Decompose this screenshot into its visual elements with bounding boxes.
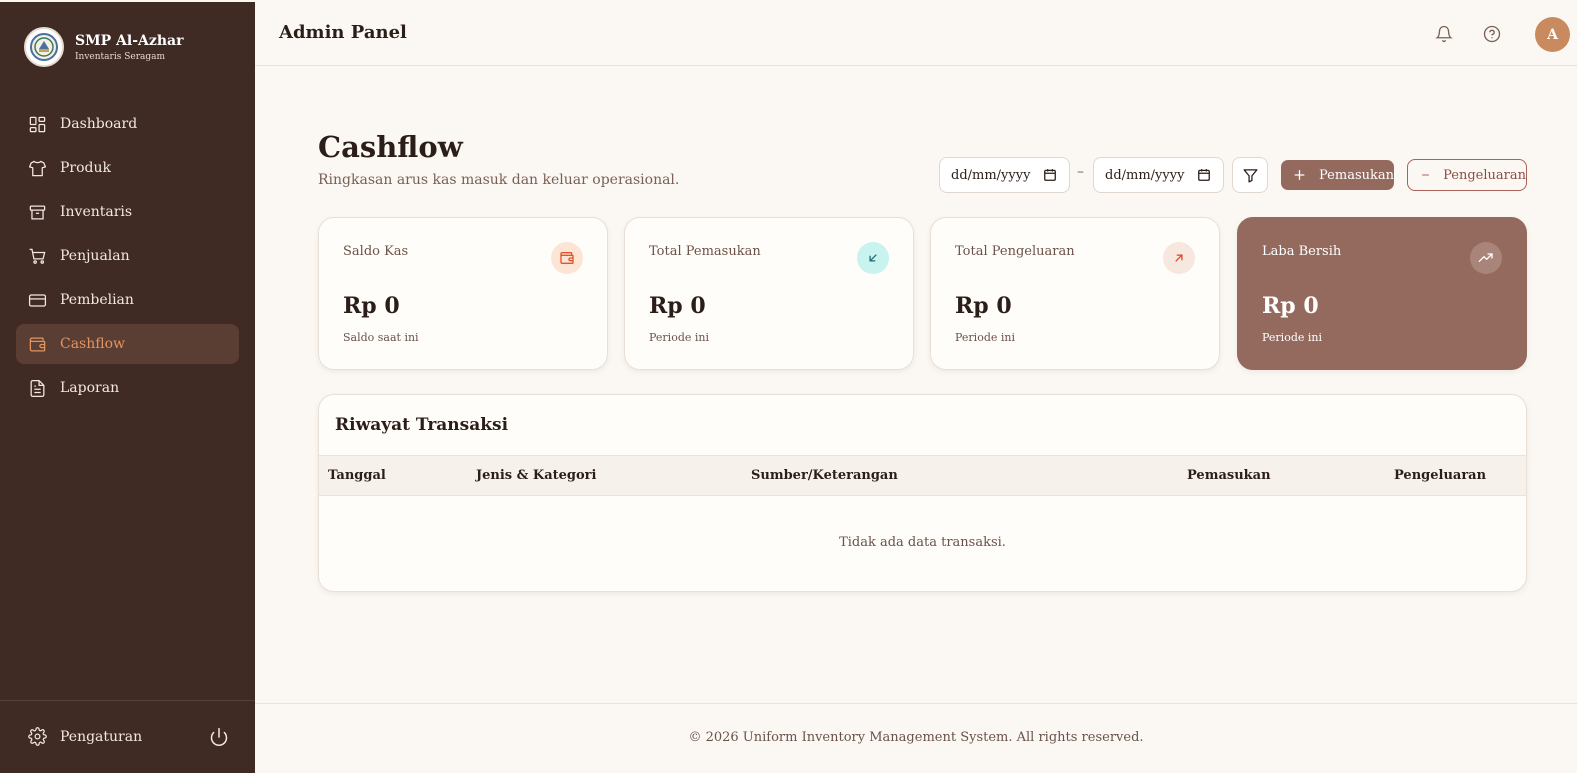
card-label: Total Pemasukan	[649, 244, 761, 259]
gear-icon	[28, 727, 47, 746]
archive-box-icon	[29, 205, 46, 219]
arrow-down-left-icon	[857, 242, 889, 274]
column-header-sumber-keterangan[interactable]: Sumber/Keterangan	[751, 468, 898, 483]
trending-up-icon	[1470, 242, 1502, 274]
sidebar-item-produk[interactable]: Produk	[16, 148, 239, 188]
brand-subtitle: Inventaris Seragam	[75, 51, 166, 62]
sidebar-item-label: Produk	[60, 160, 112, 176]
table-title: Riwayat Transaksi	[335, 415, 509, 435]
card-saldo-kas: Saldo Kas Rp 0 Saldo saat ini	[318, 217, 608, 370]
date-range-separator: –	[1077, 164, 1084, 180]
dashboard-grid-icon	[29, 116, 46, 132]
card-label: Saldo Kas	[343, 244, 409, 259]
top-bar: Admin Panel A	[255, 2, 1577, 66]
column-header-pengeluaran[interactable]: Pengeluaran	[1394, 468, 1486, 483]
column-header-pemasukan[interactable]: Pemasukan	[1187, 468, 1271, 483]
card-value: Rp 0	[955, 293, 1012, 319]
footer-copyright: © 2026 Uniform Inventory Management Syst…	[688, 730, 1144, 745]
shirt-icon	[28, 160, 47, 176]
page-title: Cashflow	[318, 130, 463, 164]
add-expense-label: Pengeluaran	[1443, 167, 1526, 183]
add-expense-button[interactable]: Pengeluaran	[1407, 159, 1527, 191]
sidebar-item-penjualan[interactable]: Penjualan	[16, 236, 239, 276]
card-label: Total Pengeluaran	[955, 244, 1075, 259]
card-note: Periode ini	[955, 331, 1015, 344]
sidebar-item-inventaris[interactable]: Inventaris	[16, 192, 239, 232]
sidebar-item-cashflow[interactable]: Cashflow	[16, 324, 239, 364]
sidebar-item-label: Penjualan	[60, 248, 130, 264]
cart-icon	[29, 248, 46, 264]
plus-icon	[1294, 170, 1305, 180]
calendar-icon[interactable]	[1197, 168, 1211, 182]
bell-icon[interactable]	[1435, 25, 1453, 43]
transaction-history-card: Riwayat Transaksi Tanggal Jenis & Katego…	[318, 394, 1527, 592]
card-label: Laba Bersih	[1262, 244, 1342, 259]
date-from-input[interactable]: dd/mm/yyyy	[939, 157, 1070, 193]
brand-name: SMP Al-Azhar	[75, 32, 184, 49]
sidebar-item-pembelian[interactable]: Pembelian	[16, 280, 239, 320]
add-income-button[interactable]: Pemasukan	[1281, 160, 1394, 190]
card-total-pemasukan: Total Pemasukan Rp 0 Periode ini	[624, 217, 914, 370]
sidebar: SMP Al-Azhar Inventaris Seragam Dashboar…	[0, 2, 255, 773]
page-subtitle: Ringkasan arus kas masuk dan keluar oper…	[318, 172, 680, 188]
wallet-icon	[551, 242, 583, 274]
filter-button[interactable]	[1232, 157, 1268, 193]
column-header-tanggal[interactable]: Tanggal	[328, 468, 386, 483]
logout-power-icon[interactable]	[209, 727, 229, 747]
add-income-label: Pemasukan	[1319, 167, 1394, 183]
avatar[interactable]: A	[1535, 17, 1570, 52]
settings-button[interactable]: Pengaturan	[28, 727, 142, 746]
sidebar-footer: Pengaturan	[0, 700, 255, 773]
minus-icon	[1422, 174, 1430, 176]
arrow-up-right-icon	[1163, 242, 1195, 274]
card-note: Saldo saat ini	[343, 331, 419, 344]
panel-title: Admin Panel	[279, 22, 407, 43]
sidebar-item-laporan[interactable]: Laporan	[16, 368, 239, 408]
sidebar-item-label: Inventaris	[60, 204, 133, 220]
page-footer: © 2026 Uniform Inventory Management Syst…	[255, 703, 1577, 773]
document-icon	[30, 379, 45, 397]
sidebar-item-label: Dashboard	[60, 116, 138, 132]
card-total-pengeluaran: Total Pengeluaran Rp 0 Periode ini	[930, 217, 1220, 370]
date-from-placeholder: dd/mm/yyyy	[951, 167, 1031, 183]
card-note: Periode ini	[1262, 331, 1322, 344]
brand[interactable]: SMP Al-Azhar Inventaris Seragam	[24, 27, 183, 67]
date-to-input[interactable]: dd/mm/yyyy	[1093, 157, 1224, 193]
sidebar-item-label: Pembelian	[60, 292, 134, 308]
sidebar-item-dashboard[interactable]: Dashboard	[16, 104, 239, 144]
sidebar-nav: Dashboard Produk Inventaris Penjualan Pe…	[16, 104, 239, 412]
help-circle-icon[interactable]	[1483, 25, 1501, 43]
card-laba-bersih: Laba Bersih Rp 0 Periode ini	[1237, 217, 1527, 370]
wallet-icon	[29, 337, 46, 351]
card-value: Rp 0	[649, 293, 706, 319]
calendar-icon[interactable]	[1043, 168, 1057, 182]
column-header-jenis-kategori[interactable]: Jenis & Kategori	[476, 468, 596, 483]
filter-icon	[1242, 168, 1258, 183]
credit-card-icon	[28, 293, 47, 307]
date-to-placeholder: dd/mm/yyyy	[1105, 167, 1185, 183]
card-value: Rp 0	[343, 293, 400, 319]
card-value: Rp 0	[1262, 293, 1319, 319]
sidebar-item-label: Cashflow	[60, 336, 126, 352]
table-header: Tanggal Jenis & Kategori Sumber/Keterang…	[319, 455, 1526, 496]
card-note: Periode ini	[649, 331, 709, 344]
sidebar-item-label: Laporan	[60, 380, 120, 396]
school-logo	[24, 27, 64, 67]
empty-state-text: Tidak ada data transaksi.	[839, 535, 1006, 550]
settings-label: Pengaturan	[60, 728, 143, 745]
